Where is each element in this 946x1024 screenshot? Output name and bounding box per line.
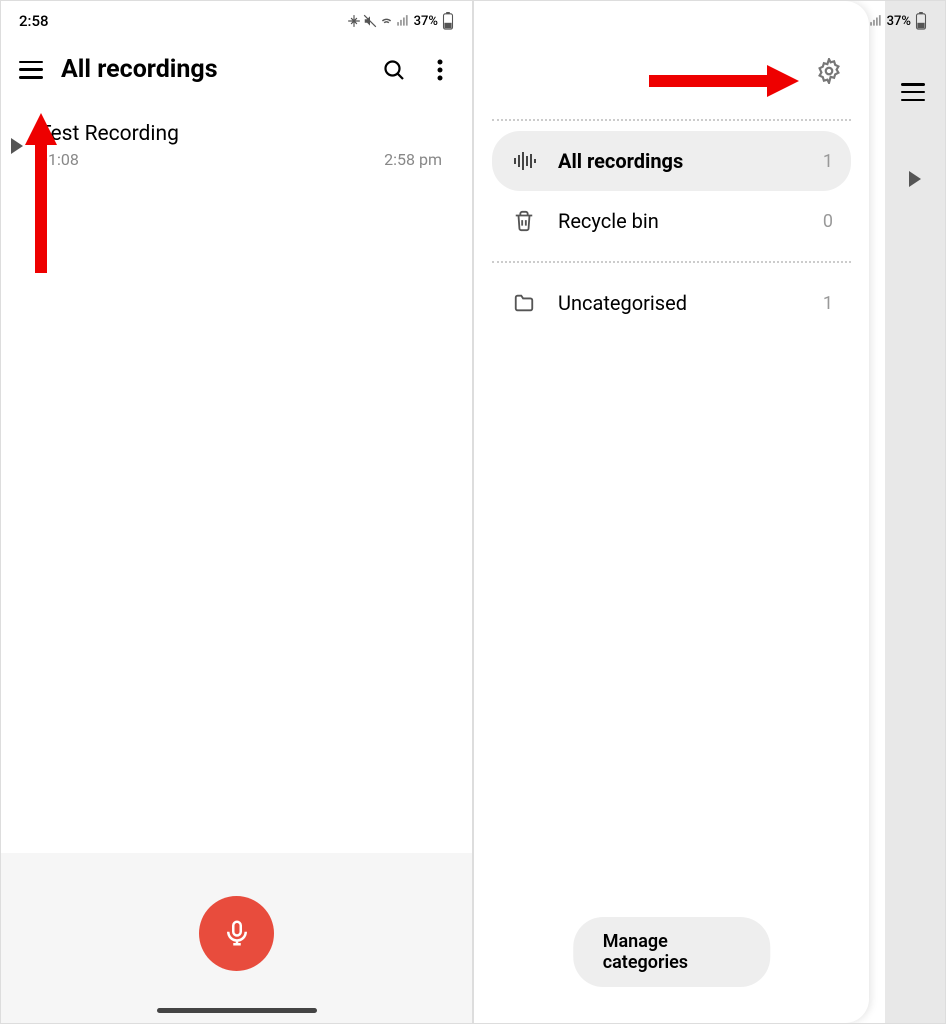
manage-categories-button[interactable]: Manage categories [573,917,771,987]
settings-button[interactable] [815,57,843,85]
more-options-button[interactable] [426,56,454,84]
drawer-item-count: 0 [823,211,833,232]
recording-title: Test Recording [39,122,442,146]
waveform-icon [510,147,538,175]
drawer-item-uncategorised[interactable]: Uncategorised 1 [492,273,851,333]
status-battery-pct: 37% [887,14,911,29]
status-bar: 2:58 37% [1,1,472,41]
navigation-drawer: All recordings 1 Recycle bin 0 Uncategor… [474,1,869,1023]
status-time: 2:58 [19,12,49,30]
app-header: All recordings [1,41,472,110]
trash-icon [510,207,538,235]
menu-button[interactable] [19,61,43,79]
drawer-item-count: 1 [823,151,833,172]
screen-drawer-open: 2:59 37% All recor [473,0,946,1024]
drawer-item-label: Recycle bin [558,209,803,233]
bottom-bar [1,853,472,1023]
drawer-item-recycle-bin[interactable]: Recycle bin 0 [492,191,851,251]
drawer-item-all-recordings[interactable]: All recordings 1 [492,131,851,191]
recording-timestamp: 2:58 pm [384,150,442,169]
play-icon-bg [909,171,921,187]
status-battery-pct: 37% [414,14,438,29]
battery-icon [915,12,927,30]
divider [492,261,851,263]
dimmed-background[interactable] [885,1,945,1023]
divider [492,119,851,121]
status-icons [347,14,410,28]
play-icon[interactable] [11,138,23,154]
drawer-item-count: 1 [823,293,833,314]
home-indicator[interactable] [157,1008,317,1013]
menu-button-bg [901,83,925,101]
folder-icon [510,289,538,317]
drawer-item-label: All recordings [558,149,803,173]
battery-icon [442,12,454,30]
drawer-item-label: Uncategorised [558,291,803,315]
recording-duration: 01:08 [39,150,79,169]
search-button[interactable] [380,56,408,84]
page-title: All recordings [61,55,362,84]
recording-item[interactable]: Test Recording 01:08 2:58 pm [1,110,472,181]
record-button[interactable] [199,896,274,971]
screen-recordings-list: 2:58 37% All recordings Test Recordin [0,0,473,1024]
